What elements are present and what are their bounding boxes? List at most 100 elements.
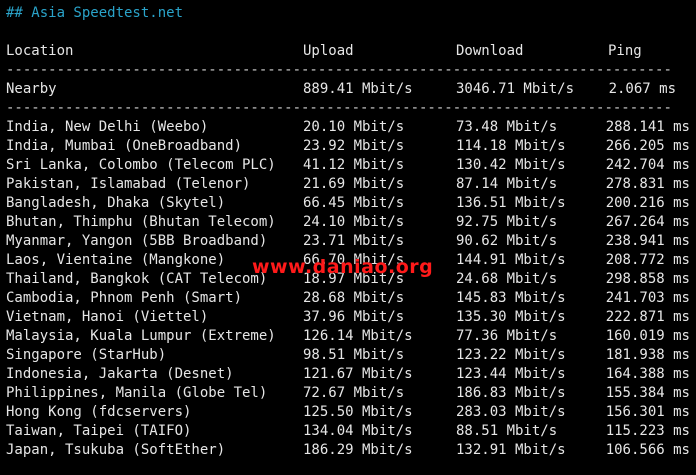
row-upload: 20.10 Mbit/s — [303, 119, 405, 135]
row-download: 87.14 Mbit/s — [456, 176, 558, 192]
row-location: Taiwan, Taipei (TAIFO) — [6, 423, 192, 439]
row-location: Laos, Vientaine (Mangkone) — [6, 252, 226, 268]
table-row: Singapore (StarHub) 98.51 Mbit/s 123.22 Mb… — [6, 346, 690, 365]
table-row: Taiwan, Taipei (TAIFO) 134.04 Mbit/s 88.51… — [6, 422, 690, 441]
row-ping: 241.703 ms — [605, 290, 690, 306]
row-ping: 288.141 ms — [605, 119, 690, 135]
row-location: Indonesia, Jakarta (Desnet) — [6, 366, 234, 382]
row-upload: 37.96 Mbit/s — [303, 309, 405, 325]
row-ping: 208.772 ms — [605, 252, 690, 268]
row-location: Singapore (StarHub) — [6, 347, 167, 363]
row-upload: 125.50 Mbit/s — [303, 404, 413, 420]
table-header: Location Upload Download Ping — [6, 42, 690, 61]
table-row: Pakistan, Islamabad (Telenor) 21.69 Mbit/… — [6, 175, 690, 194]
row-ping: 242.704 ms — [605, 157, 690, 173]
row-location: Japan, Tsukuba (SoftEther) — [6, 442, 226, 458]
header-ping: Ping — [608, 43, 642, 59]
row-download: 144.91 Mbit/s — [456, 252, 566, 268]
table-row: Hong Kong (fdcservers) 125.50 Mbit/s 283.0… — [6, 403, 690, 422]
table-row: Bhutan, Thimphu (Bhutan Telecom) 24.10 Mb… — [6, 213, 690, 232]
row-download: 136.51 Mbit/s — [456, 195, 566, 211]
table-row: Philippines, Manila (Globe Tel) 72.67 Mbi… — [6, 384, 690, 403]
row-ping: 160.019 ms — [605, 328, 690, 344]
row-upload: 126.14 Mbit/s — [303, 328, 413, 344]
row-download: 123.44 Mbit/s — [456, 366, 566, 382]
row-upload: 186.29 Mbit/s — [303, 442, 413, 458]
table-row: Vietnam, Hanoi (Viettel) 37.96 Mbit/s 135.… — [6, 308, 690, 327]
row-ping: 278.831 ms — [605, 176, 690, 192]
row-download: 92.75 Mbit/s — [456, 214, 558, 230]
row-ping: 164.388 ms — [605, 366, 690, 382]
header-location: Location — [6, 43, 74, 59]
row-ping: 298.858 ms — [605, 271, 690, 287]
row-download: 186.83 Mbit/s — [456, 385, 566, 401]
row-location: Sri Lanka, Colombo (Telecom PLC) — [6, 157, 276, 173]
table-row: Bangladesh, Dhaka (Skytel) 66.45 Mbit/s 13… — [6, 194, 690, 213]
table-row: Japan, Tsukuba (SoftEther) 186.29 Mbit/s 1… — [6, 441, 690, 460]
table-row: Malaysia, Kuala Lumpur (Extreme) 126.14 M… — [6, 327, 690, 346]
watermark: www.daniao.org — [252, 256, 434, 278]
row-download: 88.51 Mbit/s — [456, 423, 558, 439]
table-row: Myanmar, Yangon (5BB Broadband) 23.71 Mbi… — [6, 232, 690, 251]
row-upload: 134.04 Mbit/s — [303, 423, 413, 439]
row-location: Philippines, Manila (Globe Tel) — [6, 385, 268, 401]
nearby-row: Nearby 889.41 Mbit/s 3046.71 Mbit/s 2.06… — [6, 80, 690, 99]
row-download: 283.03 Mbit/s — [456, 404, 566, 420]
row-download: 130.42 Mbit/s — [456, 157, 566, 173]
table-row: Sri Lanka, Colombo (Telecom PLC) 41.12 Mb… — [6, 156, 690, 175]
table-row: Indonesia, Jakarta (Desnet) 121.67 Mbit/s… — [6, 365, 690, 384]
nearby-upload: 889.41 Mbit/s — [303, 81, 413, 97]
row-ping: 106.566 ms — [605, 442, 690, 458]
row-upload: 66.45 Mbit/s — [303, 195, 405, 211]
separator-top: ----------------------------------------… — [6, 62, 672, 78]
table-row: India, Mumbai (OneBroadband) 23.92 Mbit/s… — [6, 137, 690, 156]
row-upload: 41.12 Mbit/s — [303, 157, 405, 173]
row-ping: 115.223 ms — [605, 423, 690, 439]
table-row: India, New Delhi (Weebo) 20.10 Mbit/s 73.4… — [6, 118, 690, 137]
row-location: India, New Delhi (Weebo) — [6, 119, 209, 135]
nearby-location: Nearby — [6, 81, 57, 97]
row-upload: 121.67 Mbit/s — [303, 366, 413, 382]
row-upload: 23.71 Mbit/s — [303, 233, 405, 249]
row-ping: 156.301 ms — [605, 404, 690, 420]
row-download: 123.22 Mbit/s — [456, 347, 566, 363]
nearby-ping: 2.067 ms — [608, 81, 676, 97]
row-download: 24.68 Mbit/s — [456, 271, 558, 287]
terminal-output: ## Asia Speedtest.net Location Upload Do… — [0, 0, 696, 475]
row-download: 73.48 Mbit/s — [456, 119, 558, 135]
nearby-download: 3046.71 Mbit/s — [456, 81, 575, 97]
row-location: Vietnam, Hanoi (Viettel) — [6, 309, 209, 325]
row-upload: 24.10 Mbit/s — [303, 214, 405, 230]
header-download: Download — [456, 43, 524, 59]
row-location: Malaysia, Kuala Lumpur (Extreme) — [6, 328, 276, 344]
row-download: 145.83 Mbit/s — [456, 290, 566, 306]
row-upload: 28.68 Mbit/s — [303, 290, 405, 306]
header-upload: Upload — [303, 43, 354, 59]
row-upload: 98.51 Mbit/s — [303, 347, 405, 363]
row-upload: 21.69 Mbit/s — [303, 176, 405, 192]
row-upload: 72.67 Mbit/s — [303, 385, 405, 401]
row-download: 135.30 Mbit/s — [456, 309, 566, 325]
row-upload: 23.92 Mbit/s — [303, 138, 405, 154]
row-location: Hong Kong (fdcservers) — [6, 404, 192, 420]
row-download: 114.18 Mbit/s — [456, 138, 566, 154]
row-location: Myanmar, Yangon (5BB Broadband) — [6, 233, 268, 249]
row-location: Bangladesh, Dhaka (Skytel) — [6, 195, 226, 211]
row-ping: 200.216 ms — [605, 195, 690, 211]
row-location: Bhutan, Thimphu (Bhutan Telecom) — [6, 214, 276, 230]
row-ping: 181.938 ms — [605, 347, 690, 363]
row-download: 132.91 Mbit/s — [456, 442, 566, 458]
section-title: ## Asia Speedtest.net — [6, 5, 184, 21]
row-location: Cambodia, Phnom Penh (Smart) — [6, 290, 243, 306]
row-ping: 155.384 ms — [605, 385, 690, 401]
row-ping: 266.205 ms — [605, 138, 690, 154]
row-download: 77.36 Mbit/s — [456, 328, 558, 344]
row-location: Pakistan, Islamabad (Telenor) — [6, 176, 251, 192]
row-ping: 222.871 ms — [605, 309, 690, 325]
row-ping: 267.264 ms — [605, 214, 690, 230]
table-row: Cambodia, Phnom Penh (Smart) 28.68 Mbit/s… — [6, 289, 690, 308]
row-location: Thailand, Bangkok (CAT Telecom) — [6, 271, 268, 287]
row-download: 90.62 Mbit/s — [456, 233, 558, 249]
row-location: India, Mumbai (OneBroadband) — [6, 138, 243, 154]
separator-bottom: ----------------------------------------… — [6, 100, 672, 116]
